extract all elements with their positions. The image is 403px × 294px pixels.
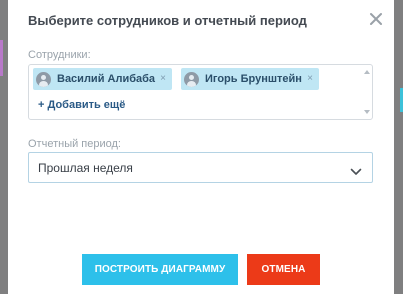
- chevron-down-icon: [350, 163, 362, 181]
- employee-tag-name: Василий Алибаба: [57, 73, 156, 85]
- close-icon[interactable]: [368, 11, 384, 27]
- period-select-value: Прошлая неделя: [38, 161, 133, 175]
- remove-tag-icon[interactable]: ×: [307, 73, 313, 85]
- remove-tag-icon[interactable]: ×: [160, 73, 166, 85]
- user-avatar-icon: [36, 71, 51, 87]
- scroll-down-arrow-icon[interactable]: [364, 110, 370, 114]
- build-chart-button[interactable]: ПОСТРОИТЬ ДИАГРАММУ: [82, 254, 238, 285]
- employee-tag: Игорь Брунштейн ×: [181, 68, 319, 90]
- background-accent-left: [0, 40, 3, 76]
- employees-tag-input[interactable]: Василий Алибаба × Игорь Брунштейн × + До…: [28, 64, 373, 120]
- dialog-title: Выберите сотрудников и отчетный период: [28, 13, 307, 28]
- scroll-up-arrow-icon[interactable]: [364, 70, 370, 74]
- user-avatar-icon: [184, 71, 199, 87]
- cancel-button[interactable]: ОТМЕНА: [247, 254, 320, 285]
- employee-tag: Василий Алибаба ×: [33, 68, 172, 90]
- period-label: Отчетный период:: [28, 138, 121, 150]
- employee-tag-name: Игорь Брунштейн: [205, 73, 302, 85]
- period-select[interactable]: Прошлая неделя: [28, 152, 373, 183]
- employees-label: Сотрудники:: [28, 49, 91, 61]
- add-employee-link[interactable]: + Добавить ещё: [38, 99, 125, 111]
- select-employees-dialog: Выберите сотрудников и отчетный период С…: [8, 0, 394, 294]
